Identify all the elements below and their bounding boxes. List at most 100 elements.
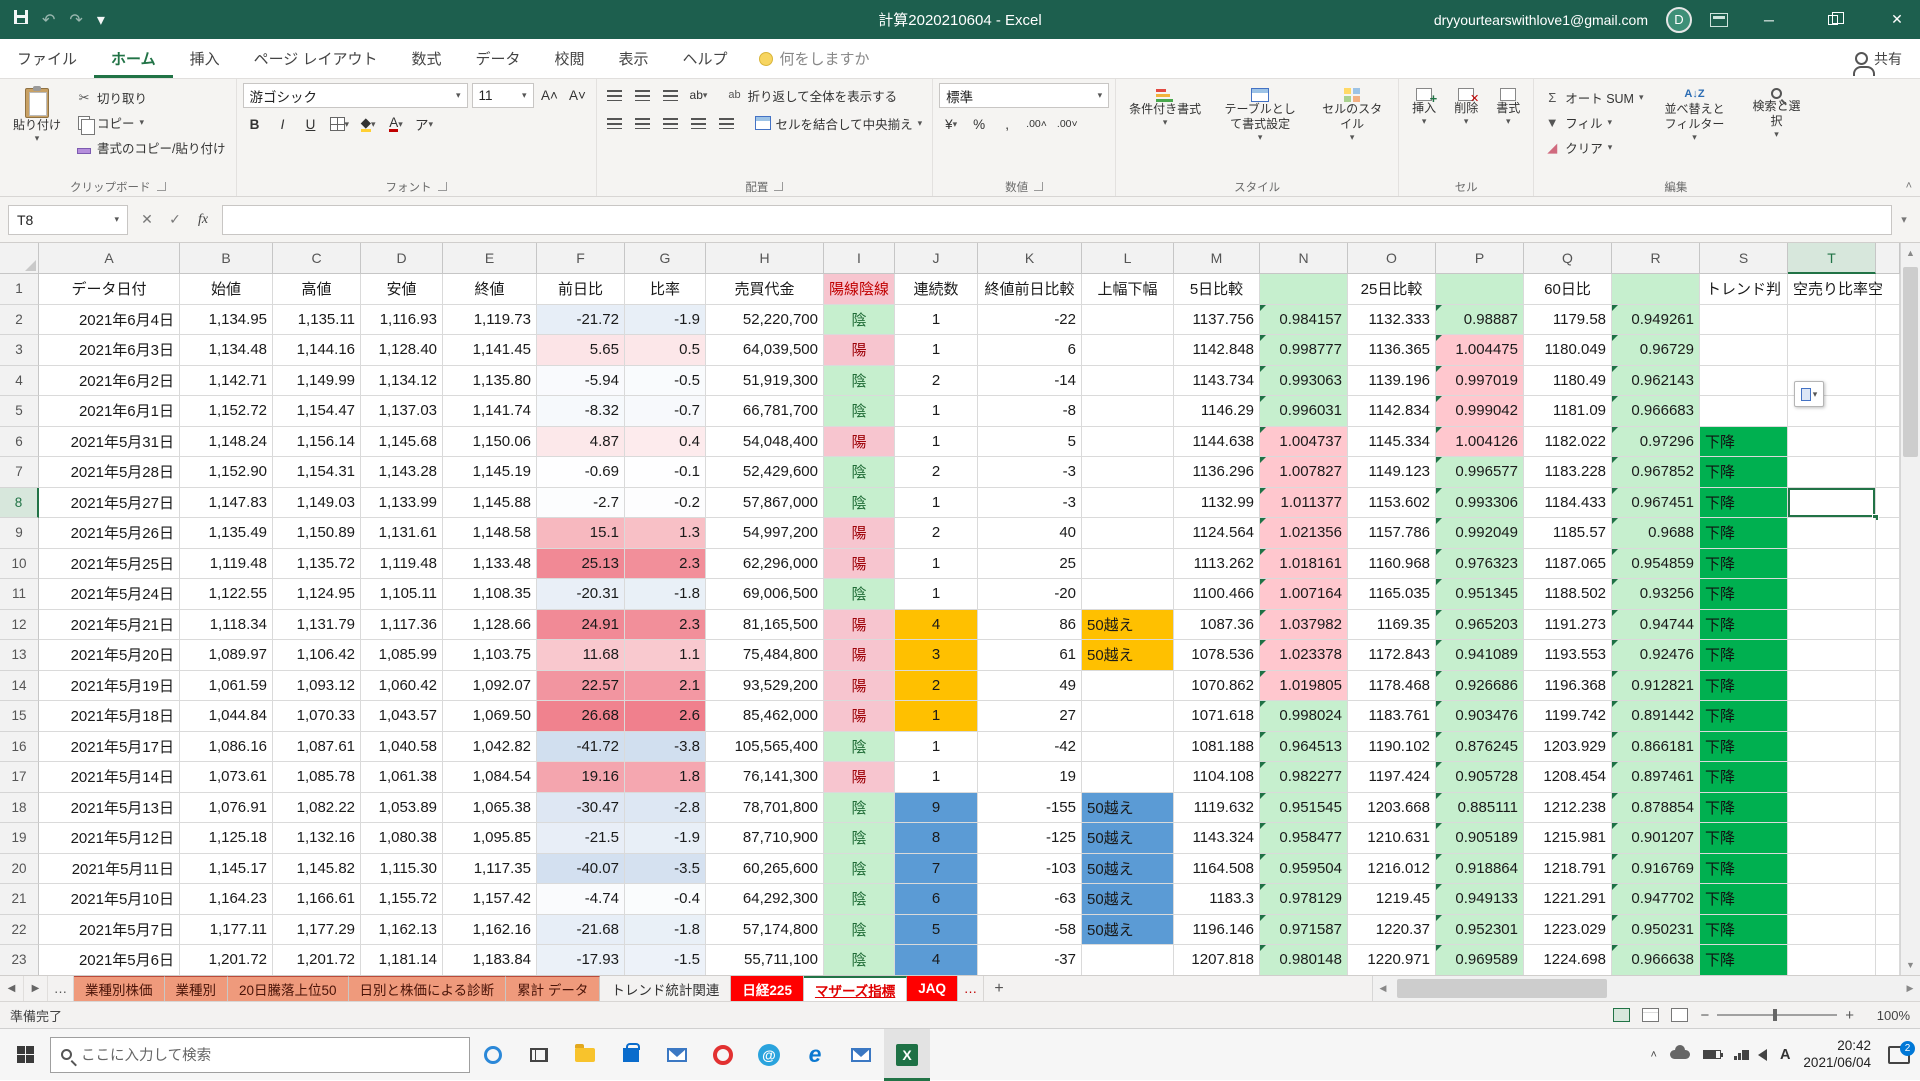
cell-F23[interactable]: -17.93 [537, 945, 625, 975]
cell-D9[interactable]: 1,131.61 [361, 518, 443, 549]
comma-style-button[interactable]: , [995, 112, 1019, 136]
column-header-J[interactable]: J [895, 243, 978, 274]
cell-L4[interactable] [1082, 366, 1174, 397]
cell-G12[interactable]: 2.3 [625, 610, 706, 641]
cell-P6[interactable]: 1.004126 [1436, 427, 1524, 458]
cell-S15[interactable]: 下降 [1700, 701, 1788, 732]
phonetic-guide-button[interactable]: ア▾ [412, 112, 436, 136]
tray-expand-icon[interactable]: ˄ [1651, 1049, 1657, 1061]
zoom-slider[interactable] [1717, 1014, 1837, 1016]
cell-B10[interactable]: 1,119.48 [180, 549, 273, 580]
italic-button[interactable]: I [271, 112, 295, 136]
cell-L3[interactable] [1082, 335, 1174, 366]
cell-B3[interactable]: 1,134.48 [180, 335, 273, 366]
cell-M20[interactable]: 1164.508 [1174, 854, 1260, 885]
cell-C15[interactable]: 1,070.33 [273, 701, 361, 732]
cell-I22[interactable]: 陰 [824, 915, 895, 946]
cell-L22[interactable]: 50越え [1082, 915, 1174, 946]
cell-D12[interactable]: 1,117.36 [361, 610, 443, 641]
cell-D14[interactable]: 1,060.42 [361, 671, 443, 702]
cell-A18[interactable]: 2021年5月13日 [39, 793, 180, 824]
decrease-decimal-button[interactable]: .00˅ [1054, 112, 1081, 136]
header-cell-I[interactable]: 陽線陰線 [824, 274, 895, 305]
cell-D18[interactable]: 1,053.89 [361, 793, 443, 824]
taskbar-search-input[interactable]: ここに入力して検索 [50, 1037, 470, 1073]
tab-formulas[interactable]: 数式 [394, 39, 458, 78]
cell-H23[interactable]: 55,711,100 [706, 945, 824, 975]
share-button[interactable]: 共有 [1874, 49, 1902, 69]
cell-T21[interactable] [1788, 884, 1876, 915]
email-app-button[interactable]: @ [746, 1029, 792, 1081]
cell-B6[interactable]: 1,148.24 [180, 427, 273, 458]
cell-O11[interactable]: 1165.035 [1348, 579, 1436, 610]
header-cell-R[interactable] [1612, 274, 1700, 305]
cell-N10[interactable]: 1.018161 [1260, 549, 1348, 580]
cell-F8[interactable]: -2.7 [537, 488, 625, 519]
delete-cells-button[interactable]: 削除 ▾ [1447, 83, 1485, 132]
cell-L12[interactable]: 50越え [1082, 610, 1174, 641]
cell-Q14[interactable]: 1196.368 [1524, 671, 1612, 702]
cell-F12[interactable]: 24.91 [537, 610, 625, 641]
cell-B11[interactable]: 1,122.55 [180, 579, 273, 610]
cell-C4[interactable]: 1,149.99 [273, 366, 361, 397]
row-header-3[interactable]: 3 [0, 335, 39, 366]
cell-R12[interactable]: 0.94744 [1612, 610, 1700, 641]
cell-E12[interactable]: 1,128.66 [443, 610, 537, 641]
column-header-K[interactable]: K [978, 243, 1082, 274]
cell-K5[interactable]: -8 [978, 396, 1082, 427]
cell-D8[interactable]: 1,133.99 [361, 488, 443, 519]
row-header-14[interactable]: 14 [0, 671, 39, 702]
cell-P18[interactable]: 0.885111 [1436, 793, 1524, 824]
cell-M21[interactable]: 1183.3 [1174, 884, 1260, 915]
align-right-button[interactable] [659, 111, 683, 135]
cell-G8[interactable]: -0.2 [625, 488, 706, 519]
cell-H20[interactable]: 60,265,600 [706, 854, 824, 885]
copy-button[interactable]: コピー ▾ [72, 111, 229, 134]
onedrive-cloud-icon[interactable] [1670, 1050, 1690, 1059]
cell-N9[interactable]: 1.021356 [1260, 518, 1348, 549]
cell-S6[interactable]: 下降 [1700, 427, 1788, 458]
cell-F4[interactable]: -5.94 [537, 366, 625, 397]
cell-R22[interactable]: 0.950231 [1612, 915, 1700, 946]
cell-T2[interactable] [1788, 305, 1876, 336]
cell-H4[interactable]: 51,919,300 [706, 366, 824, 397]
cell-J7[interactable]: 2 [895, 457, 978, 488]
cell-E17[interactable]: 1,084.54 [443, 762, 537, 793]
cell-P4[interactable]: 0.997019 [1436, 366, 1524, 397]
cell-O13[interactable]: 1172.843 [1348, 640, 1436, 671]
cell-N5[interactable]: 0.996031 [1260, 396, 1348, 427]
cell-I2[interactable]: 陰 [824, 305, 895, 336]
cell-S19[interactable]: 下降 [1700, 823, 1788, 854]
cell-M18[interactable]: 1119.632 [1174, 793, 1260, 824]
cell-F14[interactable]: 22.57 [537, 671, 625, 702]
cell-G21[interactable]: -0.4 [625, 884, 706, 915]
cell-K17[interactable]: 19 [978, 762, 1082, 793]
cell-L9[interactable] [1082, 518, 1174, 549]
cell-D6[interactable]: 1,145.68 [361, 427, 443, 458]
cell-R11[interactable]: 0.93256 [1612, 579, 1700, 610]
cell-E21[interactable]: 1,157.42 [443, 884, 537, 915]
cell-M4[interactable]: 1143.734 [1174, 366, 1260, 397]
minimize-button[interactable]: ─ [1746, 0, 1792, 39]
cell-H19[interactable]: 87,710,900 [706, 823, 824, 854]
cell-J19[interactable]: 8 [895, 823, 978, 854]
cell-H8[interactable]: 57,867,000 [706, 488, 824, 519]
cell-J9[interactable]: 2 [895, 518, 978, 549]
cell-styles-button[interactable]: セルのスタイル ▾ [1312, 83, 1392, 148]
scroll-left-icon[interactable]: ◀ [1373, 983, 1393, 994]
formula-input[interactable] [222, 205, 1892, 235]
cell-R4[interactable]: 0.962143 [1612, 366, 1700, 397]
cell-J15[interactable]: 1 [895, 701, 978, 732]
cell-R13[interactable]: 0.92476 [1612, 640, 1700, 671]
cell-A3[interactable]: 2021年6月3日 [39, 335, 180, 366]
cell-F21[interactable]: -4.74 [537, 884, 625, 915]
action-center-button[interactable]: 2 [1888, 1046, 1910, 1064]
cell-A20[interactable]: 2021年5月11日 [39, 854, 180, 885]
cell-D7[interactable]: 1,143.28 [361, 457, 443, 488]
cell-J6[interactable]: 1 [895, 427, 978, 458]
column-header-L[interactable]: L [1082, 243, 1174, 274]
cell-E15[interactable]: 1,069.50 [443, 701, 537, 732]
cell-S12[interactable]: 下降 [1700, 610, 1788, 641]
cell-J10[interactable]: 1 [895, 549, 978, 580]
cell-G22[interactable]: -1.8 [625, 915, 706, 946]
